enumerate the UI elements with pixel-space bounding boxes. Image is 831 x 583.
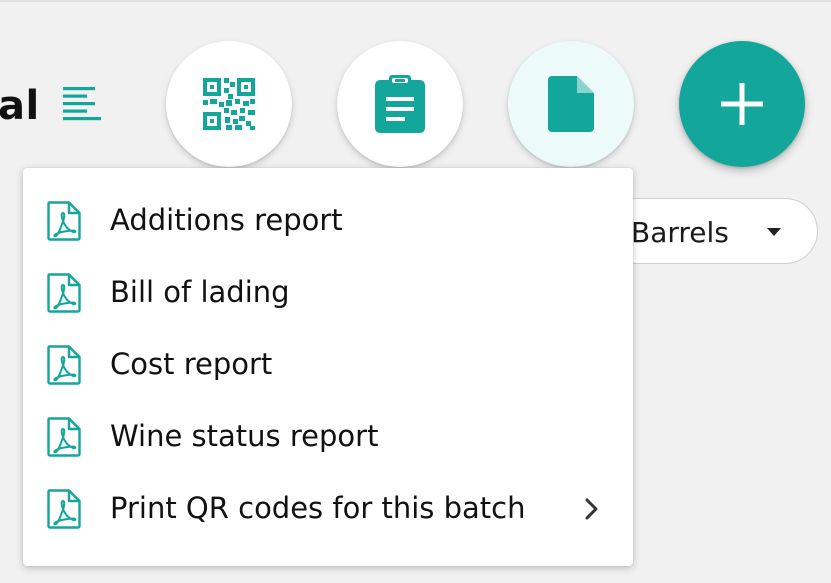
unit-filter-value: Barrels [631,216,729,249]
reports-menu: Additions report Bill of lading Cost rep… [23,168,633,566]
caret-down-icon [767,228,781,236]
pdf-icon [47,273,81,313]
document-button[interactable] [508,41,634,167]
add-button[interactable] [679,41,805,167]
menu-item-bill-of-lading[interactable]: Bill of lading [23,257,633,329]
clipboard-button[interactable] [337,41,463,167]
plus-icon [721,83,763,125]
menu-item-wine-status-report[interactable]: Wine status report [23,401,633,473]
clipboard-icon [375,75,425,133]
menu-item-additions-report[interactable]: Additions report [23,185,633,257]
top-edge-divider [0,0,831,2]
pdf-icon [47,417,81,457]
qr-code-button[interactable] [166,41,292,167]
pdf-icon [47,345,81,385]
menu-item-label: Additions report [110,203,343,237]
menu-item-label: Cost report [110,347,273,381]
document-icon [548,76,594,132]
pdf-icon [47,201,81,241]
menu-item-print-qr-codes[interactable]: Print QR codes for this batch [23,473,633,545]
text-align-left-icon[interactable] [60,84,104,128]
chevron-right-icon [585,498,598,520]
menu-item-label: Wine status report [110,419,379,453]
qr-code-icon [203,78,255,130]
page-title: al [0,83,40,129]
pdf-icon [47,489,81,529]
menu-item-label: Print QR codes for this batch [110,491,526,525]
menu-item-cost-report[interactable]: Cost report [23,329,633,401]
menu-item-label: Bill of lading [110,275,290,309]
